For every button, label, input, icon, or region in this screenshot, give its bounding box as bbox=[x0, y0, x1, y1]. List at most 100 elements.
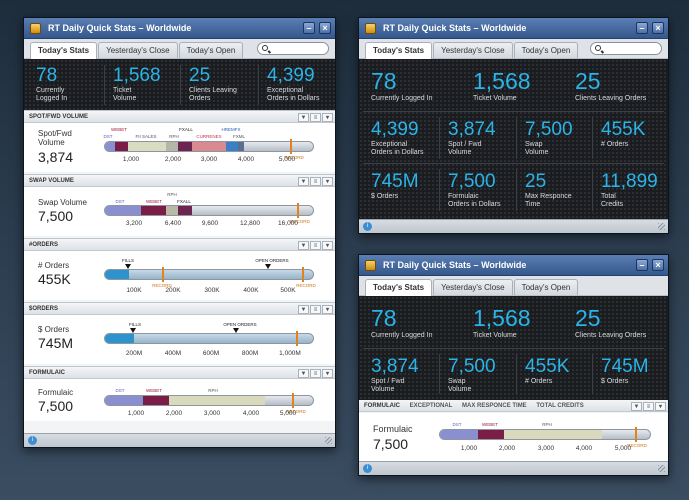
marker-label: DST bbox=[115, 388, 125, 393]
kpi-total-credits: 11,899 Total Credits bbox=[601, 171, 658, 208]
tab-yesterdays-close[interactable]: Yesterday's Close bbox=[433, 279, 513, 295]
marker-label: RPH bbox=[167, 192, 177, 197]
filter-icon[interactable]: ▼ bbox=[298, 177, 309, 186]
section-header: #ORDERS ▼ ≡ ▾ bbox=[24, 239, 335, 251]
info-icon[interactable]: i bbox=[28, 436, 37, 445]
record-marker bbox=[297, 203, 299, 218]
list-icon[interactable]: ≡ bbox=[310, 113, 321, 122]
subtab-bar: FORMULAIC EXCEPTIONAL MAX RESPONCE TIME … bbox=[359, 400, 668, 412]
tab-yesterdays-close[interactable]: Yesterday's Close bbox=[433, 42, 513, 58]
kpi-exceptional-orders: 4,399 Exceptional Orders in Dollars bbox=[371, 119, 424, 156]
tab-todays-stats[interactable]: Today's Stats bbox=[30, 42, 98, 59]
record-marker bbox=[296, 331, 298, 346]
list-icon[interactable]: ≡ bbox=[310, 241, 321, 250]
marker-label: FILLS bbox=[128, 322, 142, 327]
subtab-total-credits[interactable]: TOTAL CREDITS bbox=[536, 403, 583, 409]
tab-todays-open[interactable]: Today's Open bbox=[513, 279, 579, 295]
tab-yesterdays-close[interactable]: Yesterday's Close bbox=[98, 42, 178, 58]
minimize-button[interactable]: – bbox=[636, 259, 648, 271]
metric-label: # Orders bbox=[38, 261, 70, 270]
kpi-dollar-orders: 745M $ Orders bbox=[371, 171, 419, 200]
filter-icon[interactable]: ▼ bbox=[298, 241, 309, 250]
close-button[interactable]: × bbox=[652, 22, 664, 34]
filter-icon[interactable]: ▼ bbox=[298, 305, 309, 314]
list-icon[interactable]: ≡ bbox=[310, 305, 321, 314]
chevron-down-icon[interactable]: ▾ bbox=[322, 241, 333, 250]
app-icon bbox=[30, 23, 41, 34]
close-button[interactable]: × bbox=[319, 22, 331, 34]
info-icon[interactable]: i bbox=[363, 222, 372, 231]
marker-label: DST bbox=[452, 422, 462, 427]
minimize-button[interactable]: – bbox=[303, 22, 315, 34]
subtab-exceptional[interactable]: EXCEPTIONAL bbox=[410, 403, 453, 409]
chevron-down-icon[interactable]: ▾ bbox=[655, 402, 666, 411]
section-formulaic: Formulaic 7,500 DST WEBET RPH RECORD 1,0… bbox=[359, 413, 668, 463]
minimize-button[interactable]: – bbox=[636, 22, 648, 34]
section-dollar-orders: $ORDERS ▼ ≡ ▾ $ Orders 745M FILLS OPEN ORDE… bbox=[24, 302, 335, 364]
kpi-logged-in: 78 Currently Logged In bbox=[371, 305, 433, 339]
window-subtitle: Worldwide bbox=[481, 260, 527, 270]
section-header: FORMULAIC ▼ ≡ ▾ bbox=[24, 367, 335, 379]
kpi-ticket-volume: 1,568 Ticket Volume bbox=[113, 65, 161, 102]
marker-label: RPH bbox=[208, 388, 218, 393]
tab-todays-stats[interactable]: Today's Stats bbox=[365, 279, 433, 296]
title-bar[interactable]: RT Daily Quick Stats – Worldwide – × bbox=[24, 18, 335, 39]
list-icon[interactable]: ≡ bbox=[310, 177, 321, 186]
chevron-down-icon[interactable]: ▾ bbox=[322, 177, 333, 186]
subtab-max-response-time[interactable]: MAX RESPONCE TIME bbox=[462, 403, 527, 409]
marker-label: HREMFX bbox=[221, 127, 241, 132]
marker-label: WEBET bbox=[145, 199, 163, 204]
search-input[interactable] bbox=[257, 42, 329, 55]
resize-grip-icon[interactable] bbox=[658, 223, 665, 230]
marker-label: FXALL bbox=[177, 199, 191, 204]
marker-label: CURRENEX bbox=[196, 134, 222, 139]
subtab-formulaic[interactable]: FORMULAIC bbox=[364, 403, 400, 409]
kpi-logged-in: 78 Currently Logged In bbox=[36, 65, 68, 102]
resize-grip-icon[interactable] bbox=[325, 437, 332, 444]
marker-label: FII SALES bbox=[135, 134, 157, 139]
marker-label: WEBET bbox=[145, 388, 163, 393]
chevron-down-icon[interactable]: ▾ bbox=[322, 113, 333, 122]
window-title: RT Daily Quick Stats bbox=[383, 260, 472, 270]
list-icon[interactable]: ≡ bbox=[643, 402, 654, 411]
filter-icon[interactable]: ▼ bbox=[298, 369, 309, 378]
marker-label: RPH bbox=[169, 134, 179, 139]
progress-bar bbox=[104, 205, 314, 216]
search-input[interactable] bbox=[590, 42, 662, 55]
filter-icon[interactable]: ▼ bbox=[631, 402, 642, 411]
marker-label: FXALL bbox=[179, 127, 193, 132]
status-bar: i bbox=[359, 219, 668, 233]
tab-todays-stats[interactable]: Today's Stats bbox=[365, 42, 433, 59]
kpi-clients-leaving-orders: 25 Clients Leaving Orders bbox=[575, 305, 647, 339]
kpi-num-orders: 455K # Orders bbox=[601, 119, 646, 148]
marker-label: OPEN ORDERS bbox=[255, 258, 289, 263]
section-spot-fwd-volume: SPOT/FWD VOLUME ▼ ≡ ▾ Spot/Fwd Volume 3,874… bbox=[24, 110, 335, 172]
kpi-swap: 7,500 Swap Volume bbox=[525, 119, 573, 156]
tab-bar: Today's Stats Yesterday's Close Today's Op… bbox=[359, 276, 668, 296]
kpi-exceptional-orders: 4,399 Exceptional Orders in Dollars bbox=[267, 65, 320, 102]
chevron-down-icon[interactable]: ▾ bbox=[322, 369, 333, 378]
kpi-ticket-volume: 1,568 Ticket Volume bbox=[473, 305, 531, 339]
list-icon[interactable]: ≡ bbox=[310, 369, 321, 378]
progress-bar bbox=[439, 429, 651, 440]
tab-todays-open[interactable]: Today's Open bbox=[513, 42, 579, 58]
chevron-down-icon[interactable]: ▾ bbox=[322, 305, 333, 314]
kpi-grid: 78 Currently Logged In 1,568 Ticket Volume… bbox=[359, 59, 668, 219]
window-subtitle: Worldwide bbox=[146, 23, 192, 33]
section-header: SPOT/FWD VOLUME ▼ ≡ ▾ bbox=[24, 111, 335, 123]
marker-label: WEBET bbox=[481, 422, 499, 427]
title-bar[interactable]: RT Daily Quick Stats – Worldwide – × bbox=[359, 255, 668, 276]
kpi-grid: 78 Currently Logged In 1,568 Ticket Volume… bbox=[359, 296, 668, 400]
kpi-ticket-volume: 1,568 Ticket Volume bbox=[473, 68, 531, 102]
info-icon[interactable]: i bbox=[363, 464, 372, 473]
marker-label: FILLS bbox=[121, 258, 135, 263]
tab-todays-open[interactable]: Today's Open bbox=[178, 42, 244, 58]
kpi-swap: 7,500 Swap Volume bbox=[448, 356, 496, 393]
close-button[interactable]: × bbox=[652, 259, 664, 271]
resize-grip-icon[interactable] bbox=[658, 465, 665, 472]
record-marker bbox=[292, 393, 294, 408]
marker-label: FXML bbox=[232, 134, 246, 139]
section-formulaic: FORMULAIC ▼ ≡ ▾ Formulaic 7,500 DST WEBET R… bbox=[24, 366, 335, 421]
title-bar[interactable]: RT Daily Quick Stats – Worldwide – × bbox=[359, 18, 668, 39]
filter-icon[interactable]: ▼ bbox=[298, 113, 309, 122]
